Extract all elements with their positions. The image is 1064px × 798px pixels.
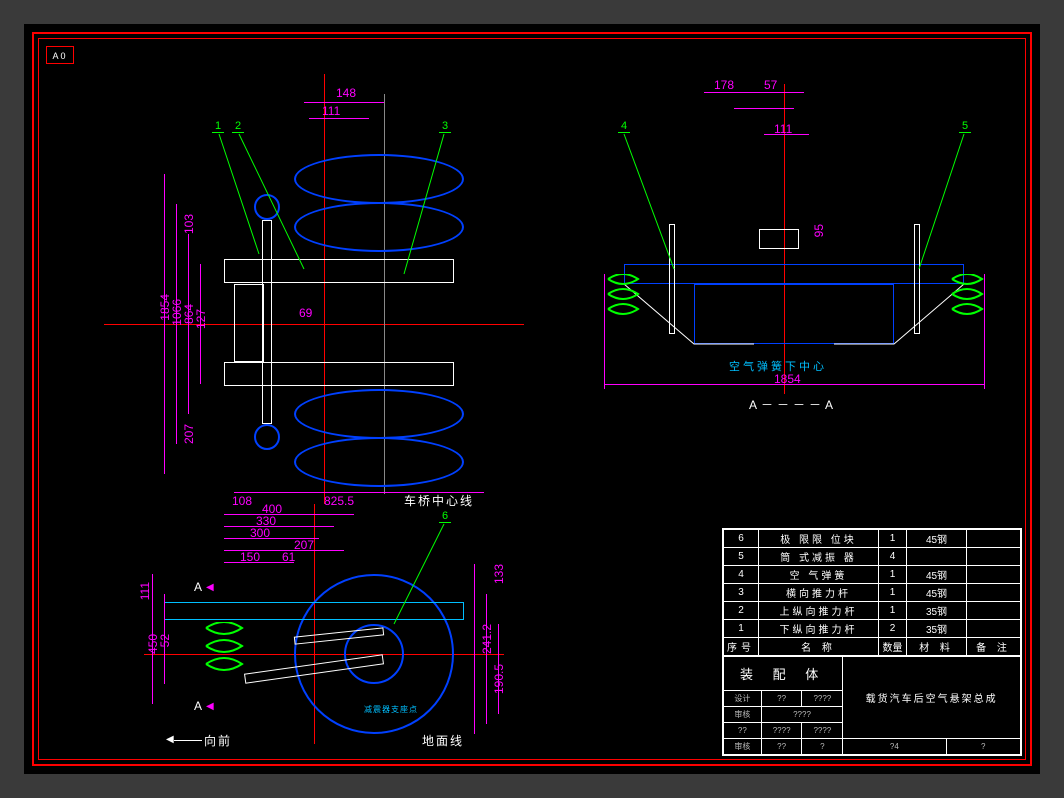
title-area: 装 配 体 载货汽车后空气悬架总成 设计?????? 审核???? ??????… [723, 656, 1021, 755]
bom-row: 6极 限限 位块145钢 [724, 530, 1021, 548]
assembly-label: 装 配 体 [740, 667, 826, 682]
bom-table: 6极 限限 位块145钢 5筒 式减振 器4 4空 气弹簧145钢 3横向推力杆… [723, 529, 1021, 656]
bom-row: 4空 气弹簧145钢 [724, 566, 1021, 584]
balloon-4: 4 [618, 120, 630, 133]
balloon-6: 6 [439, 510, 451, 523]
section-leaders [564, 74, 1004, 424]
bom-header: 序号名 称数量材 料备 注 [724, 638, 1021, 656]
balloon-3: 3 [439, 120, 451, 133]
top-view: 1854 1066 864 127 103 207 148 111 69 108… [104, 74, 524, 504]
bom-row: 2上纵向推力杆135钢 [724, 602, 1021, 620]
balloon-1: 1 [212, 120, 224, 133]
side-view: A A ◀ ◀ 400 330 300 207 150 61 111 450 5… [144, 504, 524, 754]
balloon-2: 2 [232, 120, 244, 133]
balloon-5: 5 [959, 120, 971, 133]
section-view: 178 57 111 95 1854 空气弹簧下中心 A－－－－A 4 5 [564, 74, 1004, 424]
bom-row: 3横向推力杆145钢 [724, 584, 1021, 602]
bom-row: 1下纵向推力杆235钢 [724, 620, 1021, 638]
drawing-title: 载货汽车后空气悬架总成 [866, 694, 998, 705]
top-view-leaders [104, 74, 524, 504]
bom-row: 5筒 式减振 器4 [724, 548, 1021, 566]
title-block: 6极 限限 位块145钢 5筒 式减振 器4 4空 气弹簧145钢 3横向推力杆… [722, 528, 1022, 756]
side-leaders [144, 504, 524, 754]
cad-canvas: A0 [24, 24, 1040, 774]
